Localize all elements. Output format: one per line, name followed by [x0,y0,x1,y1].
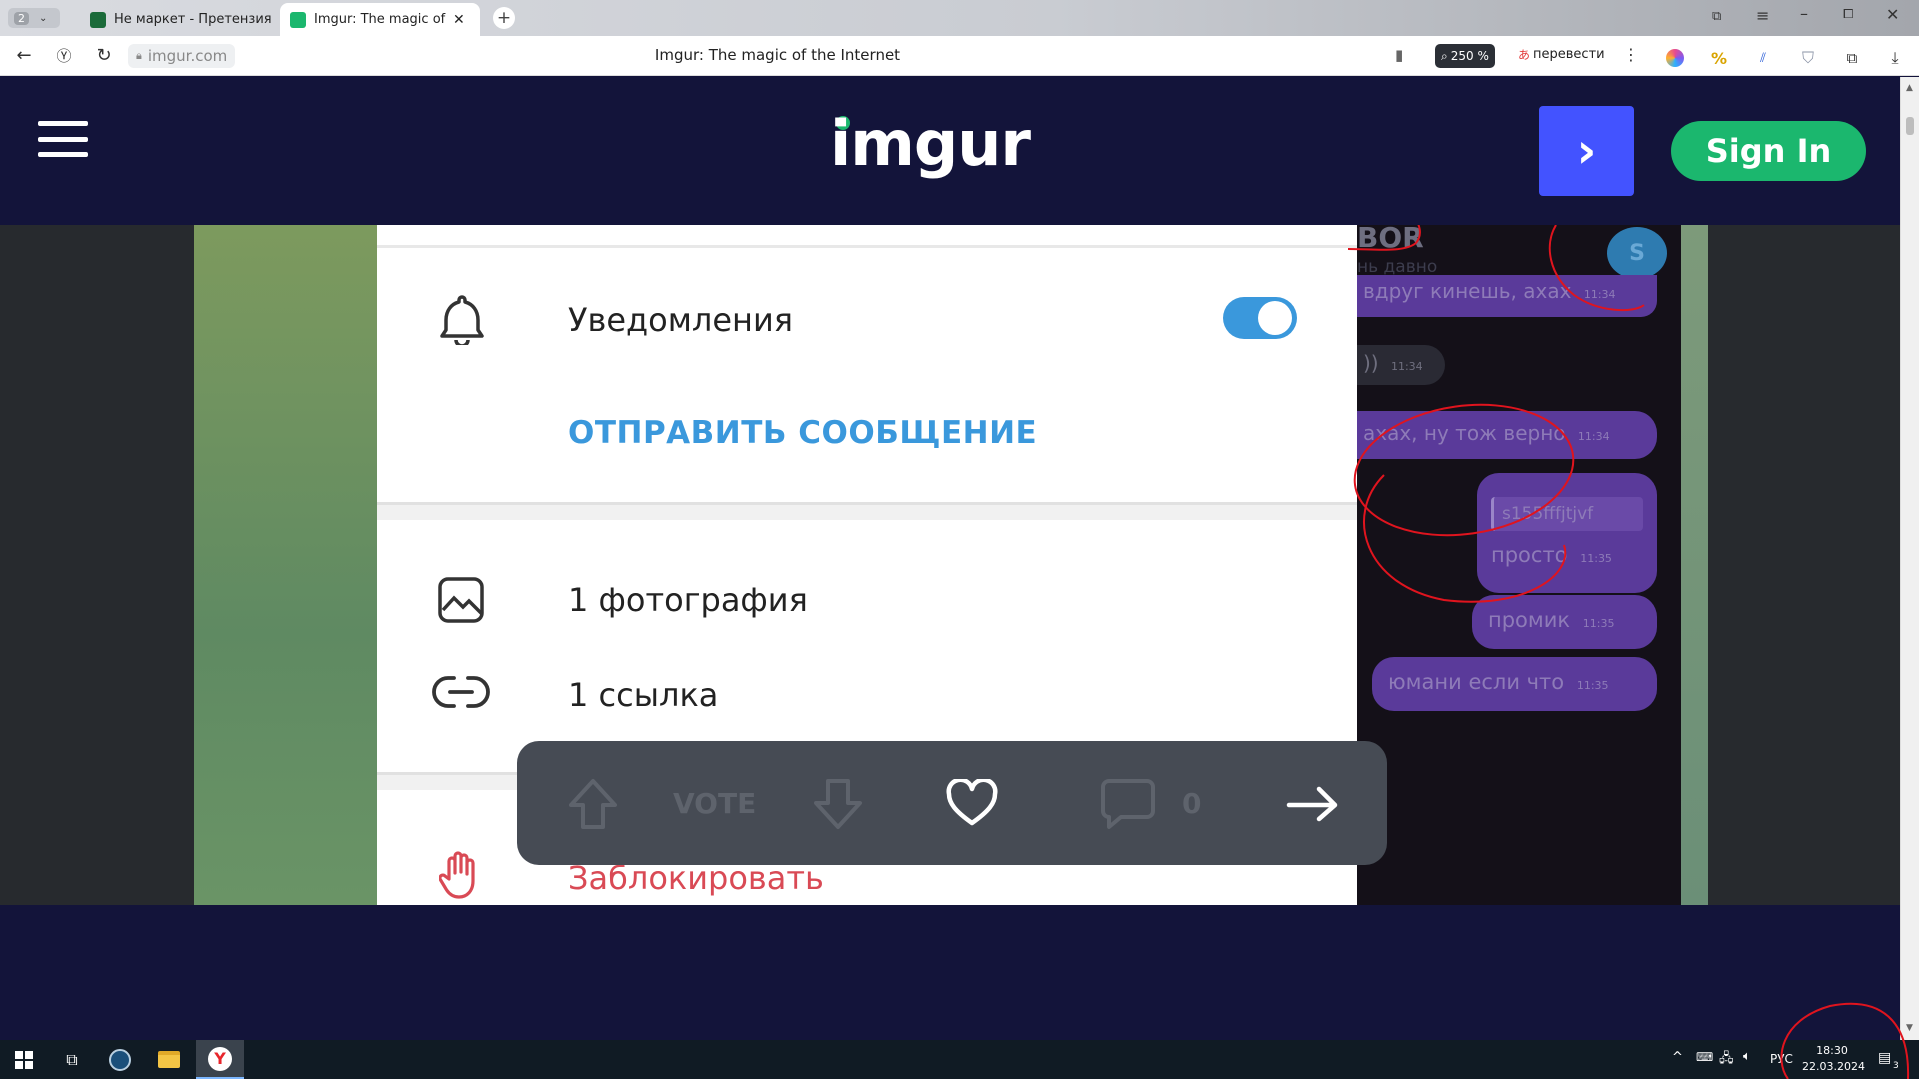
photo-icon [438,577,484,623]
shield-icon[interactable]: ⛉ [1797,47,1819,69]
market-favicon-icon [90,11,106,28]
sign-in-label: Sign In [1705,132,1832,170]
percent-extension-icon[interactable]: % [1708,47,1730,69]
tab-imgur[interactable]: Imgur: The magic of the ✕ [280,3,480,36]
vote-bar: VOTE 0 [517,741,1387,865]
sign-in-button[interactable]: Sign In [1671,121,1866,181]
imgur-logo[interactable]: imgur [830,107,1050,180]
yandex-browser-taskbar-icon[interactable]: Y [196,1040,244,1079]
next-post-button[interactable]: › [1539,106,1634,196]
lock-icon: 🔒︎ [136,48,142,62]
scrollbar-up-arrow[interactable]: ▲ [1906,83,1913,93]
section-separator [377,502,1357,520]
color-extension-icon[interactable] [1664,47,1686,69]
page-scrollbar[interactable]: ▲ ▼ [1900,77,1919,1040]
comment-icon[interactable] [1099,777,1157,831]
close-tab-icon[interactable]: ✕ [453,12,465,28]
minimize-button[interactable]: – [1800,4,1808,23]
message-bubble: юмани если что 11:35 [1372,657,1657,711]
send-message-link: ОТПРАВИТЬ СООБЩЕНИЕ [568,415,1038,451]
links-label: 1 ссылка [568,676,719,714]
chevron-down-icon: ⌄ [39,12,48,24]
post-content-area: Уведомления ОТПРАВИТЬ СООБЩЕНИЕ 1 фотогр… [0,225,1900,905]
tab-strip: 2 ⌄ Не маркет - Претензия к Imgur: The m… [0,0,1919,36]
url-text: imgur.com [147,46,228,65]
tab-market[interactable]: Не маркет - Претензия к [80,3,275,36]
network-icon[interactable]: 🖧︎ [1719,1049,1734,1071]
tab-label: Не маркет - Претензия к [114,12,275,27]
imgur-favicon-icon [290,11,306,28]
scrollbar-thumb[interactable] [1906,117,1914,135]
menu-icon[interactable]: ≡ [1756,6,1769,25]
tab-counter-value: 2 [14,11,29,25]
yandex-button[interactable]: Ⓨ [44,38,84,74]
reload-button[interactable]: ↻ [84,38,124,74]
favorite-heart-icon[interactable] [945,779,999,827]
translate-label: перевести [1533,47,1605,62]
page-background-bottom [0,905,1900,1040]
chevron-right-icon: › [1576,123,1597,179]
link-icon [432,676,490,708]
logo-text: imgur [830,107,1031,180]
keyboard-tray-icon[interactable]: ⌨ [1696,1050,1713,1064]
comment-count: 0 [1182,787,1202,820]
url-field[interactable]: 🔒︎ imgur.com [128,43,236,68]
block-hand-icon [439,851,475,899]
zoom-icon: ⌕ [1441,48,1448,63]
page-title-center: Imgur: The magic of the Internet [654,46,901,64]
bookmark-icon[interactable]: ▮ [1395,46,1403,64]
upvote-arrow-icon[interactable] [567,777,619,831]
message-time: 11:35 [1582,617,1615,630]
translate-button[interactable]: あ перевести [1518,46,1605,63]
telegram-wallpaper [194,225,377,905]
volume-icon[interactable]: 🔈︎ [1743,1049,1751,1064]
download-icon[interactable]: ⤓ [1884,47,1906,69]
message-time: 11:35 [1576,679,1609,692]
zoom-value: 250 % [1450,49,1489,63]
steam-icon[interactable] [96,1040,144,1079]
flag-extension-icon[interactable]: ⫽ [1752,47,1774,69]
bell-icon [440,295,484,345]
translate-icon: あ [1518,48,1531,62]
notifications-toggle [1223,297,1297,339]
bookmark-tabs-icon[interactable]: ⧉ [1712,9,1721,24]
message-text: юмани если что [1388,670,1565,694]
notifications-label: Уведомления [568,301,793,339]
photos-label: 1 фотография [568,581,808,619]
show-hidden-icons-chevron[interactable]: ^ [1672,1050,1683,1065]
back-button[interactable]: ← [4,38,44,74]
red-annotation-scribbles [1347,225,1645,603]
close-window-button[interactable]: ✕ [1886,5,1899,24]
new-tab-button[interactable]: + [493,7,515,29]
more-options-icon[interactable]: ⋮ [1623,45,1639,64]
downvote-arrow-icon[interactable] [812,777,864,831]
file-explorer-icon[interactable] [145,1040,193,1079]
tab-label: Imgur: The magic of the [314,12,449,27]
windows-start-icon[interactable] [0,1040,48,1079]
divider [377,245,1357,248]
imgur-header: imgur › Sign In [0,77,1900,225]
vote-label: VOTE [673,787,757,820]
toggle-knob [1258,301,1292,335]
windows-taskbar [0,1040,1919,1079]
tab-counter[interactable]: 2 ⌄ [8,8,60,28]
share-arrow-icon[interactable] [1285,783,1341,823]
hamburger-menu-icon[interactable] [38,121,88,157]
red-annotation-circle-taskbar [1780,1002,1910,1079]
collections-icon[interactable]: ⧉ [1841,47,1863,69]
zoom-badge[interactable]: ⌕ 250 % [1435,44,1495,68]
task-view-icon[interactable]: ⧉ [48,1040,96,1079]
restore-button[interactable]: ⧠ [1843,7,1853,22]
